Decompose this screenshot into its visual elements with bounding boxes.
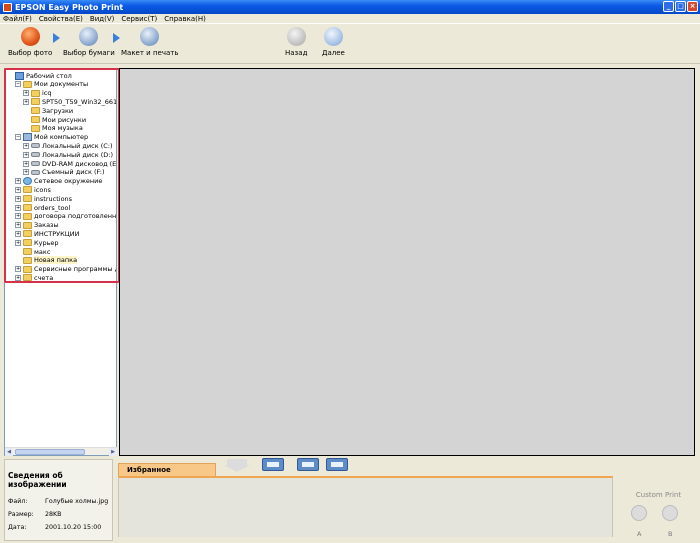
back-arrow-icon xyxy=(286,27,306,46)
custom-print-label: Custom Print xyxy=(635,491,682,499)
custom-print-a-label: A xyxy=(637,530,642,538)
select-photo-label: Выбор фото xyxy=(8,49,53,57)
custom-print-b-label: B xyxy=(668,530,673,538)
home-view-icon[interactable] xyxy=(262,458,284,471)
maximize-button[interactable]: □ xyxy=(675,1,686,12)
tab-favorites[interactable]: Избранное xyxy=(118,463,216,476)
date-key: Дата: xyxy=(8,524,27,531)
step-arrow-icon xyxy=(113,33,120,43)
layout-print-label: Макет и печать xyxy=(121,49,179,57)
info-heading: Сведения об изображении xyxy=(8,471,67,489)
scroll-thumb[interactable] xyxy=(15,449,85,455)
select-photo-button[interactable]: Выбор фото xyxy=(8,27,52,57)
close-button[interactable]: × xyxy=(687,1,698,12)
back-button[interactable]: Назад xyxy=(285,27,307,57)
custom-print-a-button[interactable] xyxy=(631,505,647,521)
select-paper-label: Выбор бумаги xyxy=(63,49,115,57)
photo-icon xyxy=(20,27,40,46)
toolbar: Выбор фото Выбор бумаги Макет и печать Н… xyxy=(0,24,700,64)
menu-properties[interactable]: Свойства(E) xyxy=(39,15,83,23)
date-value: 2001.10.20 15:00 xyxy=(45,524,102,531)
size-value: 28KB xyxy=(45,511,62,518)
menu-service[interactable]: Сервис(T) xyxy=(121,15,157,23)
scroll-right-icon[interactable]: ▶ xyxy=(109,448,117,456)
menu-bar: Файл(F) Свойства(E) Вид(V) Сервис(T) Спр… xyxy=(0,14,700,24)
step-arrow-icon xyxy=(53,33,60,43)
menu-help[interactable]: Справка(H) xyxy=(164,15,206,23)
title-bar: EPSON Easy Photo Print _ □ × xyxy=(0,0,700,14)
next-arrow-icon xyxy=(323,27,343,46)
next-button[interactable]: Далее xyxy=(322,27,345,57)
printer-icon xyxy=(140,27,160,46)
minimize-button[interactable]: _ xyxy=(663,1,674,12)
custom-print-b-button[interactable] xyxy=(662,505,678,521)
layout-print-button[interactable]: Макет и печать xyxy=(121,27,178,57)
select-paper-button[interactable]: Выбор бумаги xyxy=(63,27,115,57)
tree-horizontal-scrollbar[interactable]: ◀ ▶ xyxy=(5,447,117,456)
tree-highlight-frame xyxy=(4,68,120,283)
image-info-panel: Сведения об изображении Файл: Голубые хол… xyxy=(4,459,113,541)
next-label: Далее xyxy=(322,49,345,57)
photo-preview-area[interactable] xyxy=(119,68,695,456)
size-key: Размер: xyxy=(8,511,34,518)
app-icon xyxy=(3,2,12,12)
scroll-left-icon[interactable]: ◀ xyxy=(5,448,13,456)
file-key: Файл: xyxy=(8,498,28,505)
menu-view[interactable]: Вид(V) xyxy=(90,15,114,23)
detail-view-icon[interactable] xyxy=(326,458,348,471)
add-to-favorites-icon[interactable] xyxy=(222,459,252,472)
back-label: Назад xyxy=(285,49,308,57)
file-value: Голубые холмы.jpg xyxy=(45,498,109,505)
favorites-area[interactable] xyxy=(118,476,613,537)
window-title: EPSON Easy Photo Print xyxy=(15,2,124,12)
paper-icon xyxy=(79,27,99,46)
menu-file[interactable]: Файл(F) xyxy=(3,15,32,23)
thumbnail-view-icon[interactable] xyxy=(297,458,319,471)
